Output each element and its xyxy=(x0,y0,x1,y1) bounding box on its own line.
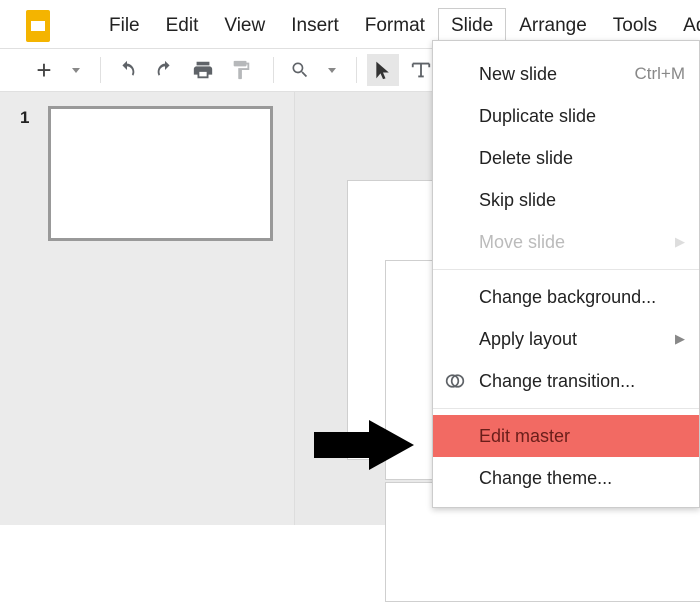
menu-duplicate-slide[interactable]: Duplicate slide xyxy=(433,95,699,137)
annotation-arrow xyxy=(314,420,414,470)
menu-item-label: Apply layout xyxy=(479,329,577,350)
menu-item-label: New slide xyxy=(479,64,557,85)
menu-item-label: Change theme... xyxy=(479,468,612,489)
paint-format-button[interactable] xyxy=(225,54,257,86)
menu-separator xyxy=(433,408,699,409)
submenu-arrow-icon: ▶ xyxy=(675,234,685,250)
menu-file[interactable]: File xyxy=(96,8,153,44)
zoom-button[interactable] xyxy=(284,54,316,86)
slide-dropdown-menu: New slide Ctrl+M Duplicate slide Delete … xyxy=(432,40,700,508)
menu-slide[interactable]: Slide xyxy=(438,8,506,44)
menu-item-label: Edit master xyxy=(479,426,570,447)
print-button[interactable] xyxy=(187,54,219,86)
undo-button[interactable] xyxy=(111,54,143,86)
menu-new-slide[interactable]: New slide Ctrl+M xyxy=(433,53,699,95)
menu-addons[interactable]: Add- xyxy=(670,8,700,44)
menu-skip-slide[interactable]: Skip slide xyxy=(433,179,699,221)
menu-view[interactable]: View xyxy=(211,8,278,44)
new-slide-button[interactable]: + xyxy=(28,54,60,86)
toolbar-separator xyxy=(273,57,274,83)
transition-icon xyxy=(445,371,465,391)
menu-insert[interactable]: Insert xyxy=(278,8,352,44)
menu-apply-layout[interactable]: Apply layout ▶ xyxy=(433,318,699,360)
slides-app-icon[interactable] xyxy=(20,8,56,44)
slide-filmstrip: 1 xyxy=(0,92,295,525)
menu-edit[interactable]: Edit xyxy=(153,8,212,44)
menu-move-slide: Move slide ▶ xyxy=(433,221,699,263)
menu-format[interactable]: Format xyxy=(352,8,438,44)
menu-edit-master[interactable]: Edit master xyxy=(433,415,699,457)
menu-item-label: Change transition... xyxy=(479,371,635,392)
menu-item-label: Change background... xyxy=(479,287,656,308)
menu-change-theme[interactable]: Change theme... xyxy=(433,457,699,499)
new-slide-dropdown[interactable] xyxy=(66,54,84,86)
menu-change-transition[interactable]: Change transition... xyxy=(433,360,699,402)
zoom-dropdown[interactable] xyxy=(322,54,340,86)
menu-item-label: Move slide xyxy=(479,232,565,253)
menu-item-shortcut: Ctrl+M xyxy=(634,64,685,84)
menu-change-background[interactable]: Change background... xyxy=(433,276,699,318)
menu-separator xyxy=(433,269,699,270)
slide-thumb-row[interactable]: 1 xyxy=(0,106,294,241)
toolbar-separator xyxy=(356,57,357,83)
toolbar-separator xyxy=(100,57,101,83)
submenu-arrow-icon: ▶ xyxy=(675,331,685,347)
menu-delete-slide[interactable]: Delete slide xyxy=(433,137,699,179)
menu-item-label: Duplicate slide xyxy=(479,106,596,127)
select-tool-button[interactable] xyxy=(367,54,399,86)
menu-items: File Edit View Insert Format Slide Arran… xyxy=(96,8,700,44)
slide-thumbnail[interactable] xyxy=(48,106,273,241)
slide-number: 1 xyxy=(20,106,40,128)
menu-tools[interactable]: Tools xyxy=(600,8,670,44)
menu-item-label: Delete slide xyxy=(479,148,573,169)
menu-item-label: Skip slide xyxy=(479,190,556,211)
menu-arrange[interactable]: Arrange xyxy=(506,8,600,44)
redo-button[interactable] xyxy=(149,54,181,86)
